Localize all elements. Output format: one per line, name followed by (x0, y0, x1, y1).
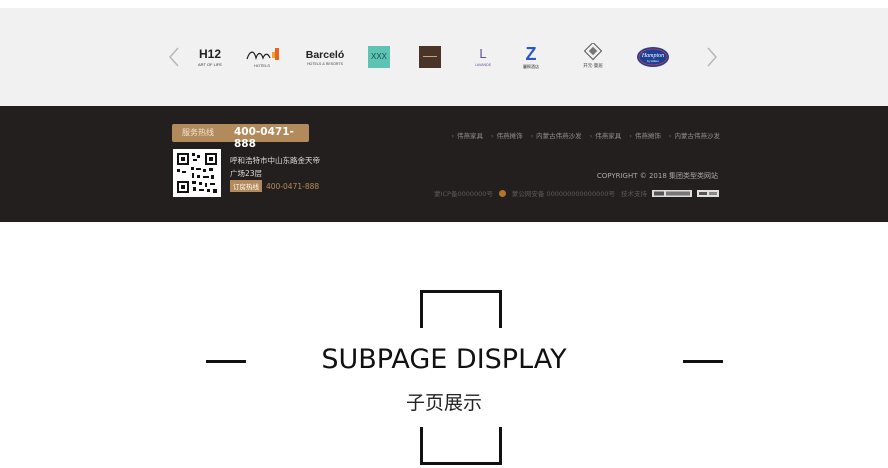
h12-logo-icon: H12 ART OF LIFE (198, 47, 222, 67)
hampton-logo-icon: Hampton by Hilton (637, 47, 669, 67)
brown-logo-icon (419, 46, 441, 68)
address-line-1: 呼和浩特市中山东路金天帝 (230, 156, 320, 165)
brand-logo-barcelo[interactable]: Barceló HOTELS & RESORTS (302, 32, 348, 82)
teal-logo-icon: XXX (368, 46, 390, 68)
police-badge-icon (498, 189, 506, 197)
carousel-next-button[interactable] (700, 46, 722, 68)
ornament-logo-icon: 开元·曼居 (583, 43, 603, 69)
brand-logo-hampton[interactable]: Hampton by Hilton (636, 32, 670, 82)
brand-sub: ART OF LIFE (198, 62, 222, 67)
service-hotline: 服务热线 400-0471-888 (172, 124, 309, 150)
footer-link[interactable]: 伟燕摊饰 (491, 130, 523, 140)
brand-sub: HOTELS & RESORTS (307, 62, 344, 66)
footer-link[interactable]: 伟燕家具 (590, 130, 621, 140)
hotline-number[interactable]: 400-0471-888 (234, 126, 309, 150)
copyright: COPYRIGHT © 2018 集团类型类网站 (596, 172, 718, 180)
brand-logo-h12[interactable]: H12 ART OF LIFE (196, 32, 224, 82)
cnzz-logo-icon[interactable] (697, 189, 719, 197)
brand-name: Z (526, 44, 537, 64)
brand-logo-brown[interactable] (418, 32, 442, 82)
section-title-en: SUBPAGE DISPLAY (321, 344, 567, 375)
brand-logo-teal[interactable]: XXX (366, 32, 392, 82)
support-logo-icon[interactable] (652, 189, 692, 197)
brand-carousel: H12 ART OF LIFE HOTELS Barceló HOTELS & … (0, 8, 888, 106)
chevron-right-icon (707, 47, 717, 67)
brand-logo-z[interactable]: Z 麗枫酒店 (518, 32, 544, 82)
brand-sub: LAVANDE (475, 63, 492, 67)
booking-label: 订房热线 (230, 180, 262, 192)
carousel-prev-button[interactable] (164, 46, 186, 68)
brand-sub: by Hilton (647, 59, 659, 63)
booking-hotline: 订房热线 400-0471-888 (230, 180, 319, 192)
title-bracket-top (420, 290, 502, 328)
icp-record[interactable]: 蒙ICP备0000000号 (434, 188, 493, 198)
company-address: 呼和浩特市中山东路金天帝 广场23层 (230, 154, 320, 180)
brand-name: Barceló (306, 49, 345, 61)
site-footer: 服务热线 400-0471-888 呼和浩特市中山东路金天帝 广场23层 订房热… (0, 106, 888, 222)
brand-logo-ornament[interactable]: 开元·曼居 (578, 32, 608, 82)
lavande-logo-icon: L LAVANDE (475, 46, 492, 67)
chevron-left-icon (169, 47, 179, 67)
ruta-logo-icon: HOTELS (246, 48, 279, 68)
footer-nav: 伟燕家具 伟燕摊饰 内蒙古伟燕沙发 伟燕家具 伟燕摊饰 内蒙古伟燕沙发 (443, 130, 720, 140)
z-logo-icon: Z 麗枫酒店 (523, 44, 539, 69)
footer-link[interactable]: 内蒙古伟燕沙发 (531, 130, 582, 140)
hotline-label: 服务热线 (182, 128, 214, 137)
brand-logos: H12 ART OF LIFE HOTELS Barceló HOTELS & … (190, 32, 690, 82)
brand-name: H12 (199, 47, 221, 61)
qr-code-icon (173, 149, 221, 197)
brand-sub: 开元·曼居 (583, 63, 603, 69)
brand-name: XXX (371, 52, 388, 61)
brand-name: L (479, 46, 486, 61)
booking-number[interactable]: 400-0471-888 (266, 182, 319, 191)
support-label: 技术支持 (621, 190, 647, 198)
footer-link[interactable]: 内蒙古伟燕沙发 (669, 130, 721, 140)
brand-logo-ruta[interactable]: HOTELS (244, 32, 284, 82)
subpage-title-section: SUBPAGE DISPLAY 子页展示 (0, 222, 888, 468)
address-line-2: 广场23层 (230, 169, 263, 178)
footer-link[interactable]: 伟燕摊饰 (629, 130, 661, 140)
brand-logo-lavande[interactable]: L LAVANDE (468, 32, 498, 82)
title-bracket-bottom (420, 427, 502, 465)
footer-link[interactable]: 伟燕家具 (451, 130, 483, 140)
brand-sub: HOTELS (254, 63, 270, 68)
qr-code (173, 149, 221, 197)
brand-sub: 麗枫酒店 (523, 63, 539, 69)
police-record[interactable]: 蒙公网安备 000000000000000号 (512, 188, 615, 198)
legal-row: 蒙ICP备0000000号 蒙公网安备 000000000000000号 技术支… (428, 188, 719, 198)
barcelo-logo-icon: Barceló HOTELS & RESORTS (306, 49, 345, 66)
section-title-cn: 子页展示 (405, 392, 482, 414)
